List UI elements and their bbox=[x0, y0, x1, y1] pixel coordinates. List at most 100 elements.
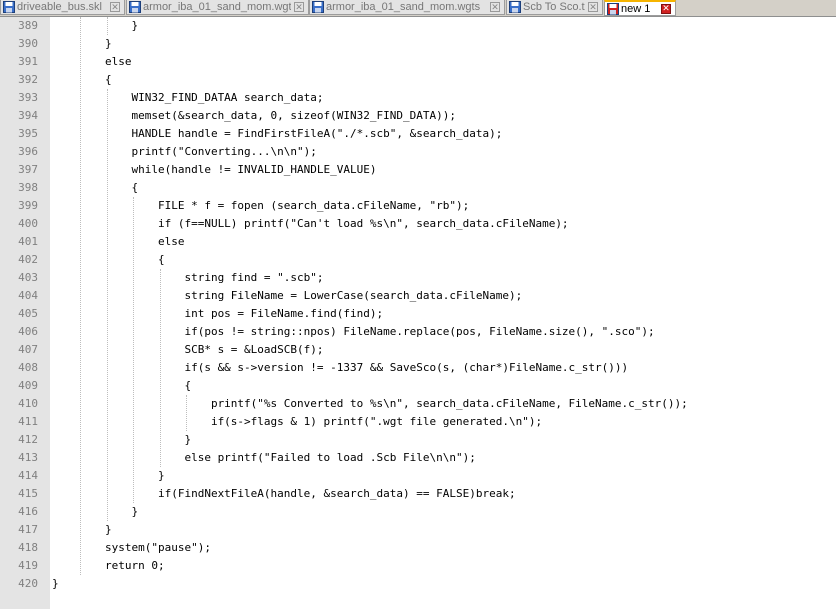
code-text: } bbox=[52, 577, 59, 590]
tab-2[interactable]: armor_iba_01_sand_mom.wgt ✕ bbox=[126, 0, 309, 15]
line-number: 410 bbox=[18, 397, 38, 410]
code-text: if(FindNextFileA(handle, &search_data) =… bbox=[52, 487, 516, 500]
code-line: 399 FILE * f = fopen (search_data.cFileN… bbox=[0, 197, 836, 215]
line-number: 412 bbox=[18, 433, 38, 446]
code-line: 406 if(pos != string::npos) FileName.rep… bbox=[0, 323, 836, 341]
code-text: { bbox=[52, 181, 139, 194]
close-icon[interactable]: ✕ bbox=[490, 2, 500, 12]
code-text: if(pos != string::npos) FileName.replace… bbox=[52, 325, 655, 338]
code-line: 410 printf("%s Converted to %s\n", searc… bbox=[0, 395, 836, 413]
code-line: 403 string find = ".scb"; bbox=[0, 269, 836, 287]
tab-bar: driveable_bus.skl ✕ armor_iba_01_sand_mom.… bbox=[0, 0, 836, 17]
line-number: 400 bbox=[18, 217, 38, 230]
line-number: 407 bbox=[18, 343, 38, 356]
code-line: 414 } bbox=[0, 467, 836, 485]
code-text: if (f==NULL) printf("Can't load %s\n", s… bbox=[52, 217, 569, 230]
code-line: 392 { bbox=[0, 71, 836, 89]
line-number: 408 bbox=[18, 361, 38, 374]
code-text: } bbox=[52, 505, 139, 518]
code-line: 405 int pos = FileName.find(find); bbox=[0, 305, 836, 323]
code-text: memset(&search_data, 0, sizeof(WIN32_FIN… bbox=[52, 109, 456, 122]
line-number: 414 bbox=[18, 469, 38, 482]
tab-label: new 1 bbox=[621, 2, 651, 15]
code-text: string FileName = LowerCase(search_data.… bbox=[52, 289, 523, 302]
code-text: else printf("Failed to load .Scb File\n\… bbox=[52, 451, 476, 464]
line-number: 403 bbox=[18, 271, 38, 284]
line-number: 415 bbox=[18, 487, 38, 500]
line-number: 420 bbox=[18, 577, 38, 590]
indent-guide bbox=[80, 17, 82, 575]
line-number: 405 bbox=[18, 307, 38, 320]
code-line: 412 } bbox=[0, 431, 836, 449]
save-icon bbox=[3, 1, 15, 13]
indent-guide bbox=[106, 89, 108, 521]
code-text: { bbox=[52, 253, 165, 266]
save-icon bbox=[607, 2, 619, 15]
line-number: 395 bbox=[18, 127, 38, 140]
code-text: } bbox=[52, 523, 112, 536]
line-number: 390 bbox=[18, 37, 38, 50]
code-line: 391 else bbox=[0, 53, 836, 71]
code-line: 417 } bbox=[0, 521, 836, 539]
code-line: 416 } bbox=[0, 503, 836, 521]
tab-4[interactable]: Scb To Sco.txt✕ bbox=[506, 0, 603, 15]
line-number: 399 bbox=[18, 199, 38, 212]
line-number: 392 bbox=[18, 73, 38, 86]
close-icon[interactable]: ✕ bbox=[661, 3, 671, 14]
code-line: 402 { bbox=[0, 251, 836, 269]
tab-1[interactable]: driveable_bus.skl ✕ bbox=[0, 0, 125, 15]
code-line: 411 if(s->flags & 1) printf(".wgt file g… bbox=[0, 413, 836, 431]
code-line: 418 system("pause"); bbox=[0, 539, 836, 557]
line-number: 393 bbox=[18, 91, 38, 104]
close-icon[interactable]: ✕ bbox=[294, 2, 304, 12]
code-text: return 0; bbox=[52, 559, 165, 572]
code-text: WIN32_FIND_DATAA search_data; bbox=[52, 91, 324, 104]
code-text: } bbox=[52, 433, 192, 446]
code-line: 409 { bbox=[0, 377, 836, 395]
line-number: 402 bbox=[18, 253, 38, 266]
code-line: 415 if(FindNextFileA(handle, &search_dat… bbox=[0, 485, 836, 503]
code-text: printf("Converting...\n\n"); bbox=[52, 145, 317, 158]
line-number: 419 bbox=[18, 559, 38, 572]
line-number: 409 bbox=[18, 379, 38, 392]
code-line: 404 string FileName = LowerCase(search_d… bbox=[0, 287, 836, 305]
code-editor[interactable]: 389 } 390 } 391 else 392 {393 WIN32_FIND_DA… bbox=[0, 17, 836, 609]
indent-guide bbox=[106, 17, 108, 35]
line-number: 416 bbox=[18, 505, 38, 518]
code-text: } bbox=[52, 19, 139, 32]
code-line: 393 WIN32_FIND_DATAA search_data; bbox=[0, 89, 836, 107]
code-text: HANDLE handle = FindFirstFileA("./*.scb"… bbox=[52, 127, 503, 140]
line-number: 404 bbox=[18, 289, 38, 302]
line-number: 411 bbox=[18, 415, 38, 428]
code-line: 401 else bbox=[0, 233, 836, 251]
code-line: 396 printf("Converting...\n\n"); bbox=[0, 143, 836, 161]
close-icon[interactable]: ✕ bbox=[110, 2, 120, 12]
code-text: SCB* s = &LoadSCB(f); bbox=[52, 343, 324, 356]
line-number: 413 bbox=[18, 451, 38, 464]
line-number: 401 bbox=[18, 235, 38, 248]
code-text: else bbox=[52, 235, 185, 248]
code-line: 413 else printf("Failed to load .Scb Fil… bbox=[0, 449, 836, 467]
code-text: if(s && s->version != -1337 && SaveSco(s… bbox=[52, 361, 629, 374]
code-text: string find = ".scb"; bbox=[52, 271, 324, 284]
line-number: 391 bbox=[18, 55, 38, 68]
code-line: 395 HANDLE handle = FindFirstFileA("./*.… bbox=[0, 125, 836, 143]
code-text: FILE * f = fopen (search_data.cFileName,… bbox=[52, 199, 470, 212]
indent-guide bbox=[186, 395, 188, 431]
line-number: 406 bbox=[18, 325, 38, 338]
tab-label: armor_iba_01_sand_mom.wgt bbox=[143, 1, 291, 13]
code-line: 420} bbox=[0, 575, 836, 593]
tab-5[interactable]: new 1 ✕ bbox=[604, 0, 676, 16]
line-number: 417 bbox=[18, 523, 38, 536]
tab-label: Scb To Sco.txt bbox=[523, 1, 585, 13]
code-line: 390 } bbox=[0, 35, 836, 53]
line-number: 418 bbox=[18, 541, 38, 554]
line-number: 396 bbox=[18, 145, 38, 158]
save-icon bbox=[312, 1, 324, 13]
close-icon[interactable]: ✕ bbox=[588, 2, 598, 12]
tab-3[interactable]: armor_iba_01_sand_mom.wgts ✕ bbox=[309, 0, 505, 15]
line-number: 389 bbox=[18, 19, 38, 32]
code-line: 408 if(s && s->version != -1337 && SaveS… bbox=[0, 359, 836, 377]
save-icon bbox=[129, 1, 141, 13]
tab-label: armor_iba_01_sand_mom.wgts bbox=[326, 1, 481, 13]
